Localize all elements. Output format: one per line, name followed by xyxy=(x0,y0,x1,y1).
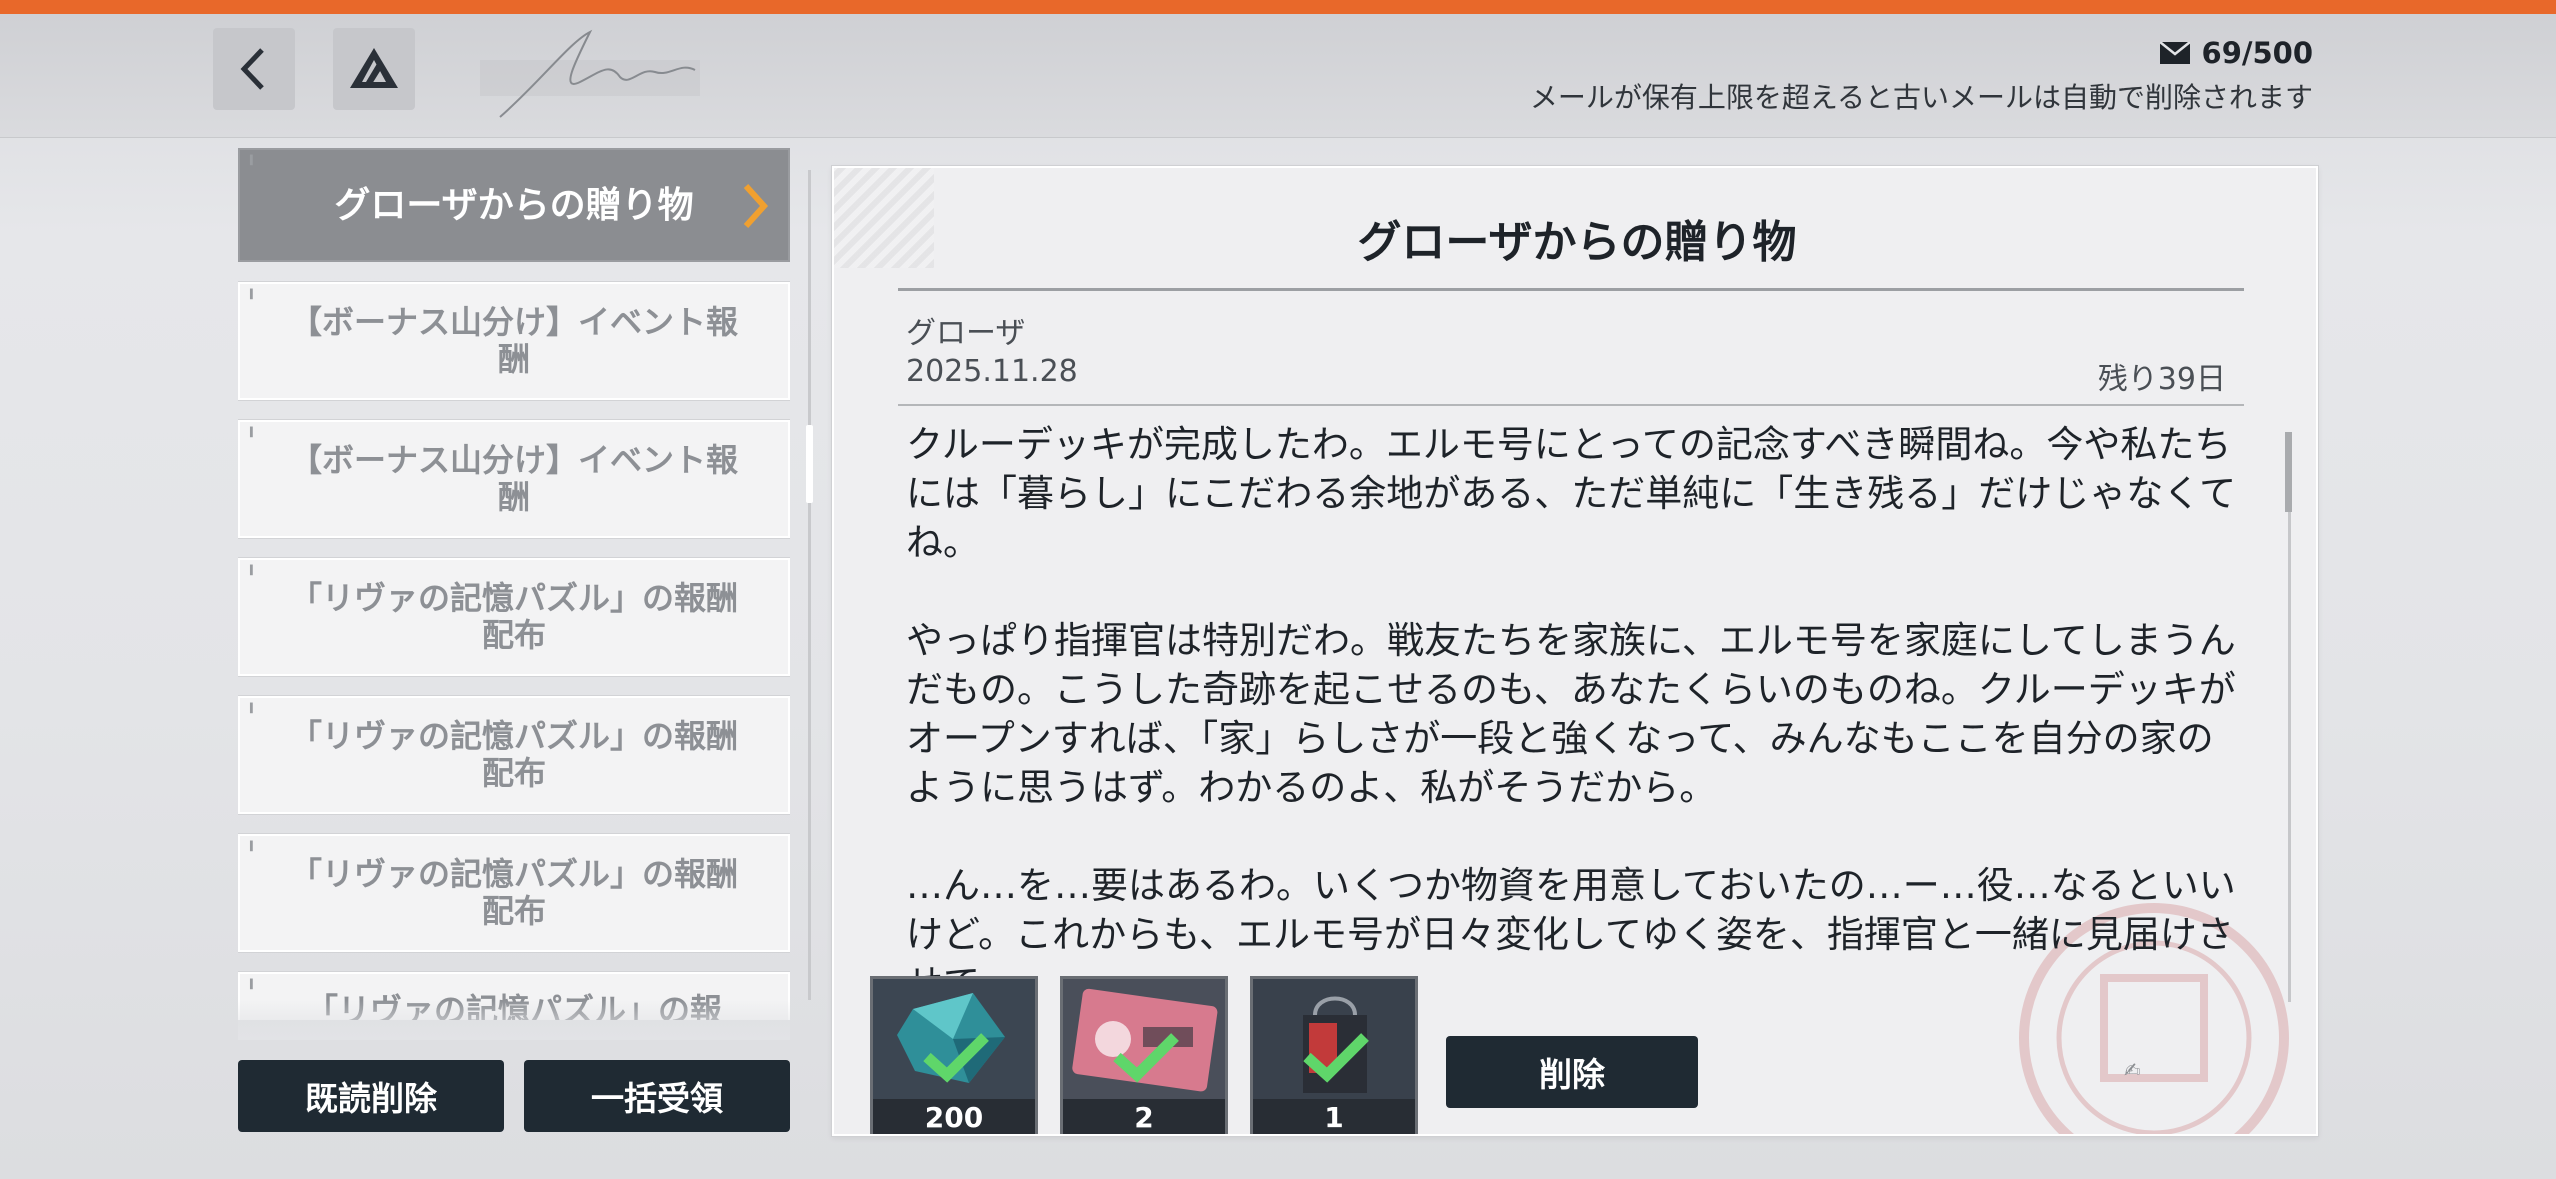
list-scrollbar-thumb[interactable] xyxy=(806,425,813,503)
reward-quantity: 200 xyxy=(873,1099,1035,1134)
mail-detail-panel: グローザからの贈り物 グローザ 2025.11.28 残り39日 ✍ クルーデッ… xyxy=(832,166,2318,1136)
mail-capacity-note: メールが保有上限を超えると古いメールは自動で削除されます xyxy=(1529,81,2313,114)
rarity-bar xyxy=(1253,1135,1415,1136)
item-serial-decoration: ▌ xyxy=(250,428,256,438)
mail-list-item-label: 「リヴァの記憶パズル」の報酬配布 xyxy=(289,717,738,792)
chevron-left-icon xyxy=(240,48,264,90)
item-serial-decoration: ▌ xyxy=(250,842,256,852)
reward-quantity: 1 xyxy=(1253,1099,1415,1134)
mail-list-item[interactable]: ▌ 「リヴァの記憶パズル」の報酬配布 xyxy=(238,834,790,952)
mail-capacity: 69/500 xyxy=(2159,36,2313,70)
signature-decoration xyxy=(480,29,700,118)
top-accent-bar xyxy=(0,0,2556,14)
mail-title: グローザからの贈り物 xyxy=(1357,217,1797,268)
item-serial-decoration: ▌ xyxy=(250,980,256,990)
list-fade xyxy=(238,1000,790,1040)
chevron-right-icon xyxy=(743,183,769,229)
mail-list-item-label: 「リヴァの記憶パズル」の報酬配布 xyxy=(289,855,738,930)
mail-list-item[interactable]: ▌ 【ボーナス山分け】イベント報酬 xyxy=(238,282,790,400)
home-button[interactable] xyxy=(333,28,415,110)
claimed-check-icon xyxy=(1113,1033,1179,1083)
home-logo-icon xyxy=(350,48,398,88)
mail-paragraph: クルーデッキが完成したわ。エルモ号にとっての記念すべき瞬間ね。今や私たちには「暮… xyxy=(906,423,2237,564)
mail-list-item-label: 「リヴァの記憶パズル」の報酬配布 xyxy=(289,579,738,654)
item-serial-decoration: ▌ xyxy=(250,704,256,714)
claimed-check-icon xyxy=(923,1033,989,1083)
mail-list-item-label: 【ボーナス山分け】イベント報酬 xyxy=(289,303,738,378)
mail-list-item[interactable]: ▌ 「リヴァの記憶パズル」の報酬配布 xyxy=(238,696,790,814)
mail-list-item[interactable]: ▌ グローザからの贈り物 xyxy=(238,148,790,262)
mail-list-item[interactable]: ▌ 「リヴァの記憶パズル」の報酬配布 xyxy=(238,558,790,676)
mail-list: ▌ グローザからの贈り物 ▌ 【ボーナス山分け】イベント報酬 ▌ 【ボーナス山分… xyxy=(238,148,790,1020)
mail-sender: グローザ xyxy=(906,316,1026,351)
mail-count-text: 69/500 xyxy=(2201,36,2313,70)
mail-remaining-days: 残り39日 xyxy=(2097,362,2226,397)
item-serial-decoration: ▌ xyxy=(250,566,256,576)
mail-body: クルーデッキが完成したわ。エルモ号にとっての記念すべき瞬間ね。今や私たちには「暮… xyxy=(906,420,2246,1057)
mail-list-item-label: グローザからの贈り物 xyxy=(334,184,694,226)
mail-icon xyxy=(2159,42,2190,64)
reward-item[interactable]: 2 xyxy=(1060,976,1228,1136)
mail-list-item[interactable]: ▌ 【ボーナス山分け】イベント報酬 xyxy=(238,420,790,538)
delete-read-button[interactable]: 既読削除 xyxy=(238,1060,504,1132)
rarity-bar xyxy=(1063,1135,1225,1136)
reward-item[interactable]: 1 xyxy=(1250,976,1418,1136)
claimed-check-icon xyxy=(1303,1033,1369,1083)
meta-divider xyxy=(898,404,2244,406)
back-button[interactable] xyxy=(213,28,295,110)
item-serial-decoration: ▌ xyxy=(250,156,256,166)
reward-item[interactable]: 200 xyxy=(870,976,1038,1136)
title-divider xyxy=(898,288,2244,291)
panel-signature-decoration: ✍ xyxy=(2124,1058,2141,1082)
claim-all-button[interactable]: 一括受領 xyxy=(524,1060,790,1132)
mail-body-scrollbar[interactable] xyxy=(2288,432,2291,1002)
reward-quantity: 2 xyxy=(1063,1099,1225,1134)
mail-body-scrollbar-thumb[interactable] xyxy=(2285,432,2292,512)
item-serial-decoration: ▌ xyxy=(250,290,256,300)
mail-date: 2025.11.28 xyxy=(906,354,1078,389)
mail-paragraph: やっぱり指揮官は特別だわ。戦友たちを家族に、エルモ号を家庭にしてしまうんだもの。… xyxy=(906,619,2236,809)
delete-mail-button[interactable]: 削除 xyxy=(1446,1036,1698,1108)
mail-list-item-label: 【ボーナス山分け】イベント報酬 xyxy=(289,441,738,516)
rarity-bar xyxy=(873,1135,1035,1136)
list-scrollbar[interactable] xyxy=(808,170,811,1000)
